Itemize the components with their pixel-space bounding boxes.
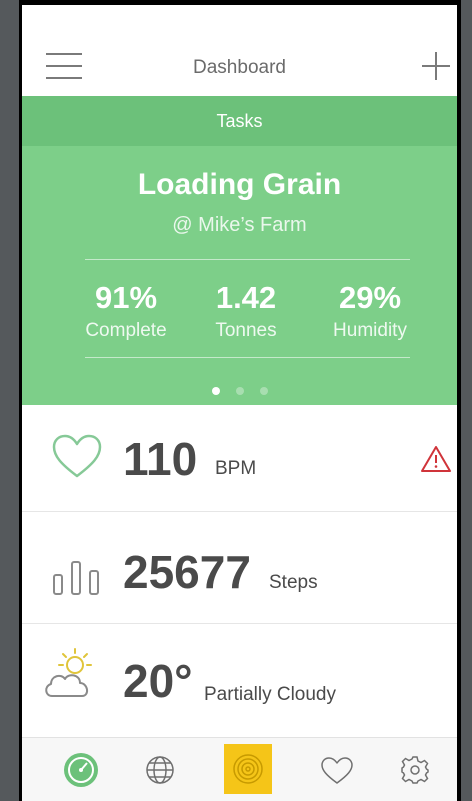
- task-card[interactable]: Loading Grain @ Mike’s Farm 91% Complete…: [22, 146, 457, 405]
- heart-icon: [321, 757, 353, 784]
- tab-globe[interactable]: [138, 738, 182, 801]
- weather-temperature: 20°: [123, 655, 193, 707]
- tab-target[interactable]: [224, 738, 272, 801]
- heart-rate-unit: BPM: [215, 458, 257, 479]
- stat-humidity-value: 29%: [338, 280, 402, 315]
- stat-tonnes-label: Tonnes: [215, 320, 277, 341]
- bar-chart-icon: [53, 561, 99, 595]
- steps-unit: Steps: [269, 572, 318, 593]
- stat-humidity-label: Humidity: [333, 320, 407, 341]
- stat-complete-label: Complete: [85, 320, 167, 341]
- page-indicator: [22, 382, 457, 400]
- warning-triangle-icon[interactable]: [420, 445, 452, 473]
- settings-gear-icon: [401, 756, 429, 784]
- task-divider-bottom: [85, 357, 410, 358]
- tab-dashboard[interactable]: [59, 738, 103, 801]
- app-screen: Dashboard Tasks Loading Grain @ Mike’s F…: [22, 5, 457, 801]
- stat-complete-value: 91%: [94, 280, 158, 315]
- heart-icon: [52, 434, 102, 478]
- stat-humidity: 29% Humidity: [305, 280, 435, 342]
- speedometer-icon: [64, 753, 98, 787]
- bottom-tab-bar: [22, 737, 457, 801]
- tab-health[interactable]: [315, 738, 359, 801]
- task-title: Loading Grain: [137, 168, 342, 201]
- task-location: @ Mike’s Farm: [172, 214, 307, 236]
- task-divider-top: [85, 259, 410, 260]
- globe-icon: [146, 756, 174, 784]
- page-dot-2[interactable]: [235, 387, 244, 395]
- sun-cloud-icon: [45, 648, 92, 697]
- app-header: Dashboard: [22, 5, 457, 96]
- tasks-section-header[interactable]: Tasks: [22, 96, 457, 146]
- heart-rate-value: 110: [123, 433, 198, 485]
- weather-row[interactable]: 20° Partially Cloudy: [22, 624, 457, 737]
- tab-settings[interactable]: [393, 738, 437, 801]
- stat-complete: 91% Complete: [61, 280, 191, 342]
- target-icon: [233, 754, 263, 784]
- steps-value: 25677: [123, 546, 251, 598]
- stat-tonnes-value: 1.42: [215, 280, 277, 315]
- stat-tonnes: 1.42 Tonnes: [181, 280, 311, 342]
- heart-rate-row[interactable]: 110 BPM: [22, 405, 457, 512]
- page-dot-1[interactable]: [211, 387, 220, 395]
- page-dot-3[interactable]: [259, 387, 268, 395]
- page-title: Dashboard: [193, 57, 286, 78]
- steps-row[interactable]: 25677 Steps: [22, 512, 457, 624]
- weather-condition: Partially Cloudy: [204, 684, 336, 705]
- add-button[interactable]: [422, 52, 450, 80]
